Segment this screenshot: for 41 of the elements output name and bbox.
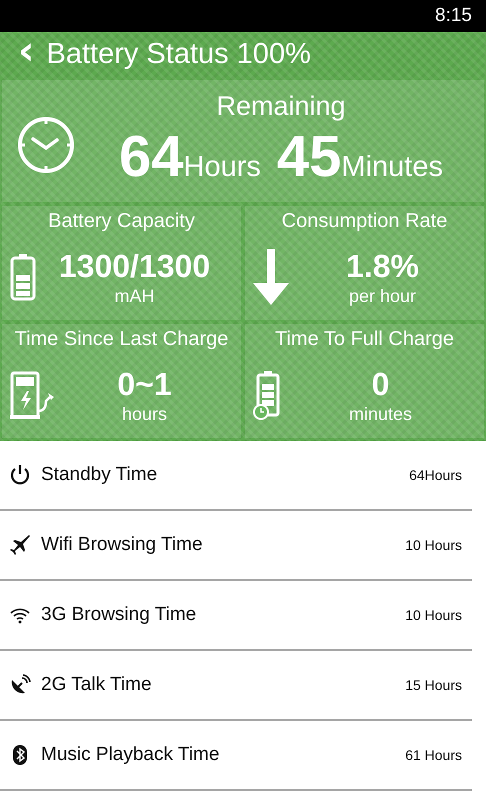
row-value: 10 Hours (405, 537, 462, 553)
remaining-label: Remaining (216, 90, 346, 122)
tile-value: 1300/1300 (58, 247, 210, 286)
page-title: Battery Status 100% (46, 38, 311, 70)
tile-title: Time Since Last Charge (14, 328, 228, 351)
row-value: 64Hours (409, 467, 462, 483)
airplane-icon (9, 534, 31, 556)
list-row[interactable]: 2G Talk Time 15 Hours (0, 651, 472, 721)
minutes-value: 45 (276, 122, 342, 190)
down-arrow-icon (253, 248, 289, 304)
row-value: 61 Hours (405, 747, 462, 763)
row-label: 2G Talk Time (41, 674, 153, 696)
minutes-unit: Minutes (341, 150, 443, 184)
row-value: 15 Hours (405, 677, 462, 693)
tile-title: Consumption Rate (282, 210, 448, 233)
clock-icon (16, 115, 76, 175)
tile-unit: hours (122, 404, 168, 425)
charging-station-icon (10, 370, 56, 418)
clock-time: 8:15 (435, 5, 472, 27)
row-label: Standby Time (41, 464, 158, 486)
tile-unit: minutes (348, 404, 412, 425)
list-row[interactable]: Wifi Browsing Time 10 Hours (0, 511, 472, 581)
tile-value: 0~1 (117, 365, 172, 404)
tile-unit: per hour (348, 286, 416, 307)
list-row[interactable]: Music Playback Time 61 Hours (0, 721, 472, 791)
tile-value: 1.8% (346, 247, 419, 286)
tile-value: 0 (372, 365, 390, 404)
power-icon (9, 464, 31, 486)
hours-unit: Hours (184, 150, 261, 184)
satellite-dish-icon (9, 674, 31, 696)
battery-icon (10, 252, 36, 300)
row-label: Wifi Browsing Time (41, 534, 204, 556)
list-row[interactable]: Standby Time 64Hours (0, 441, 472, 511)
row-label: Music Playback Time (41, 744, 220, 766)
row-label: 3G Browsing Time (41, 604, 198, 626)
list-row[interactable]: 3G Browsing Time 10 Hours (0, 581, 472, 651)
tile-title: Time To Full Charge (275, 328, 454, 351)
tile-unit: mAH (114, 286, 154, 307)
tile-title: Battery Capacity (48, 210, 195, 233)
hours-value: 64 (119, 122, 184, 190)
row-value: 10 Hours (405, 607, 462, 623)
